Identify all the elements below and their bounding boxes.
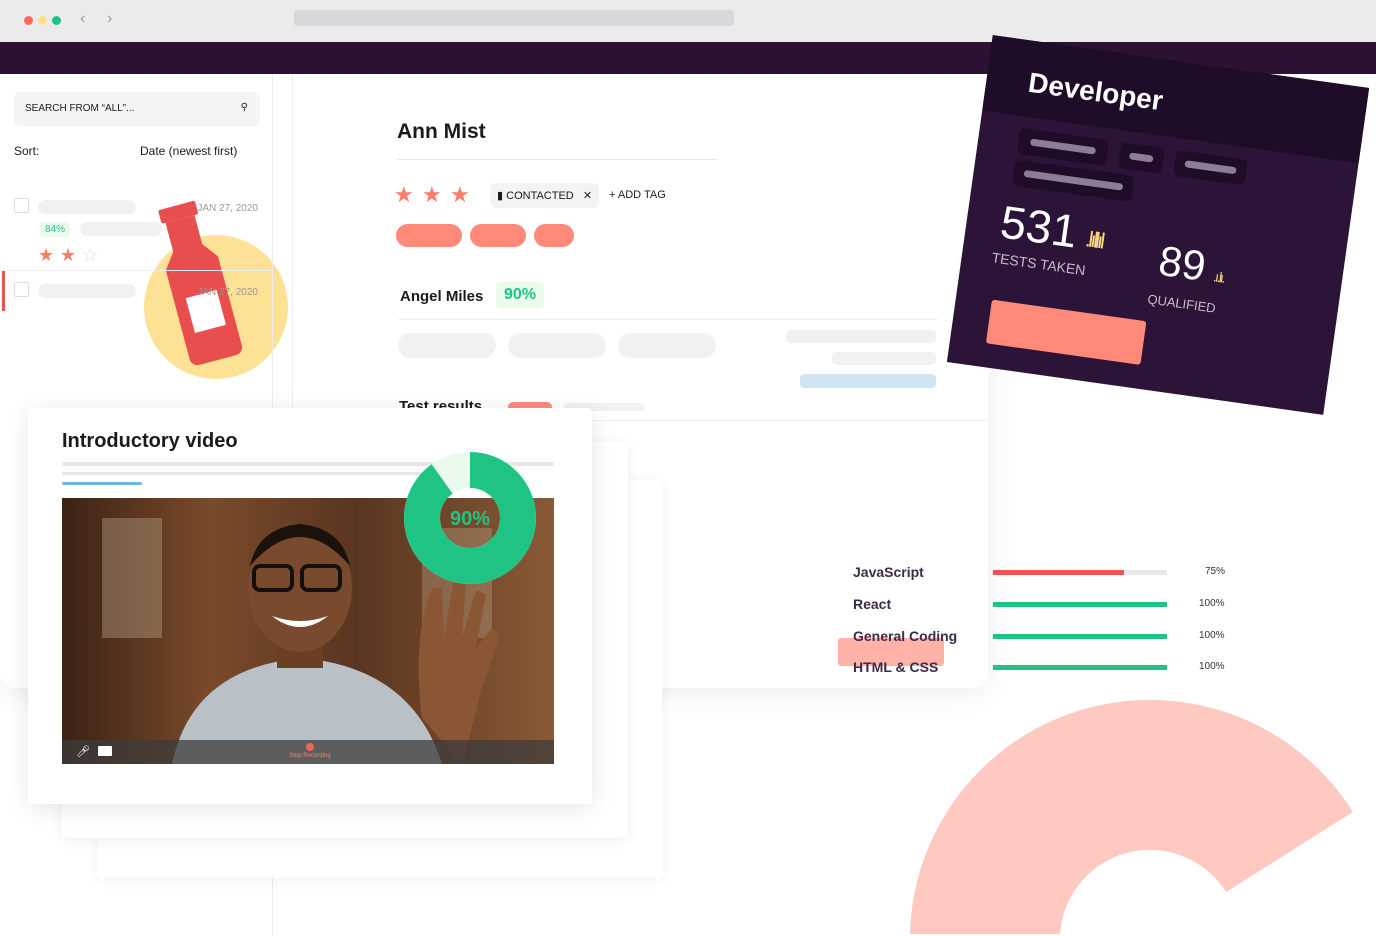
score-badge: 84% — [40, 222, 71, 237]
qualified-value: 89 — [1155, 236, 1209, 290]
skill-bar-fill — [993, 665, 1167, 670]
reviewer-score: 90% — [496, 282, 545, 308]
address-bar[interactable] — [294, 10, 734, 26]
skill-bar-fill — [993, 634, 1167, 639]
tag-contacted[interactable]: ▮ CONTACTED ✕ — [490, 183, 600, 208]
close-dot[interactable] — [24, 16, 33, 25]
browser-toolbar: ‹ › — [0, 0, 1376, 42]
star-icon: ★ — [60, 245, 77, 265]
bar-sparkline-icon: .ı.lı. — [1212, 268, 1225, 286]
maximize-dot[interactable] — [52, 16, 61, 25]
developer-cta-button[interactable] — [985, 299, 1147, 365]
skill-percent: 75% — [1205, 566, 1226, 577]
checkbox[interactable] — [14, 198, 29, 213]
forward-icon[interactable]: › — [107, 10, 112, 28]
selected-indicator — [2, 271, 5, 311]
camera-icon[interactable] — [98, 746, 112, 756]
pink-ring — [910, 699, 1353, 934]
tag-label: CONTACTED — [506, 190, 574, 202]
skill-bar — [993, 602, 1167, 607]
star-icon: ★ — [394, 182, 414, 207]
star-icon: ★ — [38, 245, 55, 265]
tag-icon: ▮ — [497, 190, 504, 202]
recording-controls: 🎤︎ Stop Recording — [62, 740, 554, 764]
skill-bar-fill — [993, 602, 1167, 607]
back-icon[interactable]: ‹ — [80, 10, 85, 28]
skill-percent: 100% — [1199, 630, 1225, 641]
record-icon[interactable] — [306, 743, 314, 751]
star-icon: ★ — [422, 182, 442, 207]
video-player[interactable]: 🎤︎ Stop Recording — [62, 498, 554, 764]
microphone-icon[interactable]: 🎤︎ — [76, 745, 90, 758]
star-icon: ★ — [450, 182, 470, 207]
video-title: Introductory video — [62, 430, 238, 452]
skill-bar-fill — [993, 570, 1124, 575]
add-tag-button[interactable]: + ADD TAG — [609, 189, 666, 201]
item-date: JAN 27, 2020 — [197, 203, 258, 214]
app-header — [0, 42, 1376, 74]
item-date: JAN 27, 2020 — [197, 287, 258, 298]
qualified-label: QUALIFIED — [1146, 291, 1217, 316]
search-placeholder: SEARCH FROM “ALL”... — [25, 103, 135, 114]
candidate-name: Ann Mist — [397, 120, 486, 143]
reviewer-name: Angel Miles — [400, 288, 484, 305]
sort-label: Sort: — [14, 144, 40, 158]
checkbox[interactable] — [14, 282, 29, 297]
skill-bar — [993, 665, 1167, 670]
minimize-dot[interactable] — [38, 16, 47, 25]
skill-bar — [993, 570, 1167, 575]
star-empty-icon: ☆ — [82, 245, 99, 265]
search-icon[interactable]: ⚲ — [241, 102, 248, 113]
developer-card: Developer 531 .lıllıl TESTS TAKEN 89 .ı.… — [946, 35, 1370, 415]
sort-dropdown[interactable]: Date (newest first) — [140, 144, 237, 158]
introductory-video-card: Introductory video 🎤︎ Stop Recording — [28, 408, 592, 804]
skill-name: HTML & CSS — [853, 659, 939, 675]
stop-recording-button[interactable]: Stop Recording — [262, 753, 358, 759]
skill-bar — [993, 634, 1167, 639]
skill-percent: 100% — [1199, 661, 1225, 672]
person-video-frame — [102, 518, 500, 764]
skill-name: React — [853, 596, 892, 612]
search-input[interactable]: SEARCH FROM “ALL”... ⚲ — [14, 92, 260, 126]
skill-name: JavaScript — [853, 564, 924, 580]
bar-sparkline-icon: .lıllıl — [1083, 226, 1104, 254]
skill-name: General Coding — [853, 628, 958, 644]
overall-score: 90% — [449, 508, 491, 530]
tests-taken-value: 531 — [997, 195, 1081, 258]
skill-percent: 100% — [1199, 598, 1225, 609]
remove-tag-icon[interactable]: ✕ — [583, 190, 592, 202]
